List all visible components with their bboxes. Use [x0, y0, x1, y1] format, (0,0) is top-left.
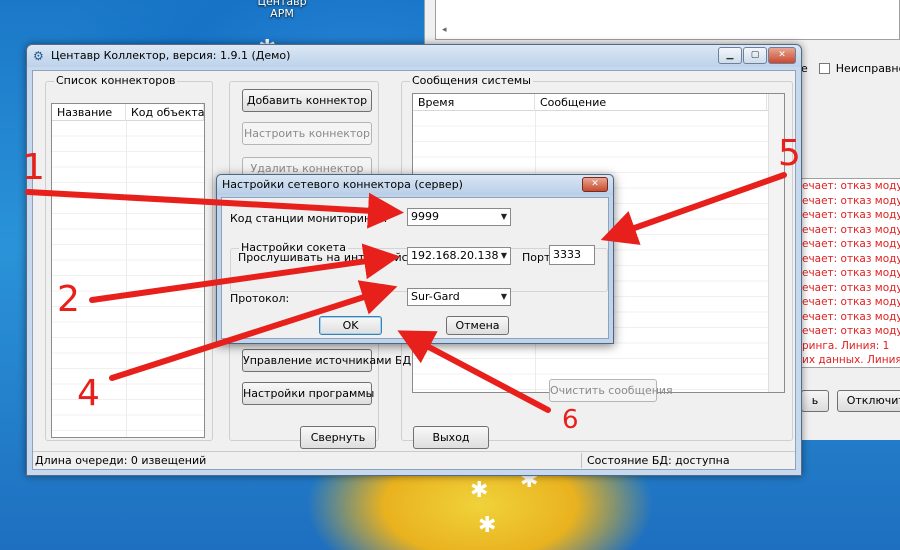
port-input[interactable]: 3333 [549, 245, 595, 265]
log-line: ечает: отказ модуля С [802, 296, 900, 308]
protocol-combo[interactable]: Sur-Gard ▼ [407, 288, 511, 306]
log-line: ечает: отказ модуля С [802, 209, 900, 221]
column-divider [126, 121, 127, 437]
chevron-down-icon[interactable]: ▼ [501, 248, 507, 264]
status-separator [581, 453, 582, 468]
interface-label: Прослушивать на интерфейсе: [238, 251, 419, 264]
annotation-number-2: 2 [57, 279, 80, 320]
interface-combo[interactable]: 192.168.20.138 ▼ [407, 247, 511, 265]
annotation-number-4: 4 [77, 373, 100, 414]
annotation-number-5: 5 [778, 133, 801, 174]
desktop-icon-label-line2: АРМ [270, 7, 294, 20]
chevron-down-icon[interactable]: ▼ [501, 289, 507, 305]
messages-group-label: Сообщения системы [410, 74, 533, 87]
log-line: ечает: отказ модуля С [802, 325, 900, 337]
background-top-pane: ◂ [435, 0, 900, 40]
scroll-left-icon[interactable]: ◂ [442, 25, 447, 35]
minimize-icon[interactable]: ▁ [718, 47, 742, 64]
exit-button[interactable]: Выход [413, 426, 489, 449]
main-title-bar[interactable]: ⚙ Центавр Коллектор, версия: 1.9.1 (Демо… [27, 45, 801, 67]
background-checkbox-row: е Неисправность [801, 62, 900, 75]
network-connector-dialog: Настройки сетевого коннектора (сервер) ✕… [216, 174, 614, 344]
log-line: ечает: отказ модуля С [802, 310, 900, 323]
log-line: ечает: отказ модуля С [802, 223, 900, 236]
main-window-title: Центавр Коллектор, версия: 1.9.1 (Демо) [51, 49, 291, 62]
log-line: ечает: отказ модуля С [802, 252, 900, 265]
faults-checkbox-label: Неисправность [835, 62, 900, 75]
protocol-label: Протокол: [230, 292, 290, 305]
log-line: ечает: отказ модуля С [802, 180, 900, 192]
configure-connector-button[interactable]: Настроить коннектор [242, 122, 372, 145]
dialog-title: Настройки сетевого коннектора (сервер) [222, 178, 463, 191]
connectors-group-label: Список коннекторов [54, 74, 178, 87]
dialog-title-bar[interactable]: Настройки сетевого коннектора (сервер) ✕ [217, 175, 613, 195]
log-line: ечает: отказ модуля С [802, 368, 900, 369]
log-line: ринга. Линия: 1 [802, 339, 890, 352]
connectors-table-header: Название Код объекта [52, 104, 204, 121]
log-line: их данных. Линия: 1 [802, 354, 900, 366]
maximize-icon[interactable]: ▢ [743, 47, 767, 64]
clear-messages-button[interactable]: Очистить сообщения [549, 379, 673, 402]
cut-label: е [801, 62, 808, 75]
log-line: ечает: отказ модуля С [802, 238, 900, 250]
chevron-down-icon[interactable]: ▼ [501, 209, 507, 225]
column-object-code-header[interactable]: Код объекта [126, 104, 204, 121]
close-icon[interactable]: ✕ [582, 177, 608, 192]
station-code-label: Код станции мониторинга: [230, 212, 388, 225]
background-log: ечает: отказ модуля С ечает: отказ модуля… [801, 178, 900, 368]
disconnect-button[interactable]: Отключить [837, 390, 900, 412]
port-value: 3333 [553, 248, 581, 261]
close-icon[interactable]: ✕ [768, 47, 796, 64]
queue-length-status: Длина очереди: 0 извещений [35, 454, 207, 467]
column-message-header[interactable]: Сообщение [535, 94, 767, 111]
flower-icon: ✱ [478, 513, 497, 538]
log-line: ечает: отказ модуля С [802, 281, 900, 294]
column-time-header[interactable]: Время [413, 94, 535, 111]
ok-button[interactable]: OK [319, 316, 382, 335]
db-sources-button[interactable]: Управление источниками БД [242, 349, 411, 372]
cancel-button[interactable]: Отмена [446, 316, 509, 335]
add-connector-button[interactable]: Добавить коннектор [242, 89, 372, 112]
station-code-combo[interactable]: 9999 ▼ [407, 208, 511, 226]
annotation-number-1: 1 [22, 147, 45, 188]
app-icon: ⚙ [33, 49, 44, 63]
minimize-window-button[interactable]: Свернуть [300, 426, 376, 449]
log-line: ечает: отказ модуля С [802, 194, 900, 207]
connectors-table[interactable]: Название Код объекта [51, 103, 205, 438]
interface-value: 192.168.20.138 [411, 249, 499, 262]
status-bar: Длина очереди: 0 извещений Состояние БД:… [33, 451, 795, 469]
log-line: ечает: отказ модуля С [802, 267, 900, 279]
protocol-value: Sur-Gard [411, 290, 460, 303]
messages-table-header: Время Сообщение [413, 94, 784, 111]
db-state-status: Состояние БД: доступна [587, 454, 730, 467]
annotation-number-6: 6 [562, 405, 579, 435]
column-name-header[interactable]: Название [52, 104, 126, 121]
station-code-value: 9999 [411, 210, 439, 223]
flower-icon: ✱ [470, 478, 489, 503]
dialog-client-area: Код станции мониторинга: 9999 ▼ Настройк… [221, 197, 609, 339]
background-left-button[interactable]: ь [801, 390, 829, 412]
program-settings-button[interactable]: Настройки программы [242, 382, 374, 405]
desktop-icon-label[interactable]: Центавр АРМ [252, 0, 312, 20]
faults-checkbox[interactable] [819, 63, 831, 74]
